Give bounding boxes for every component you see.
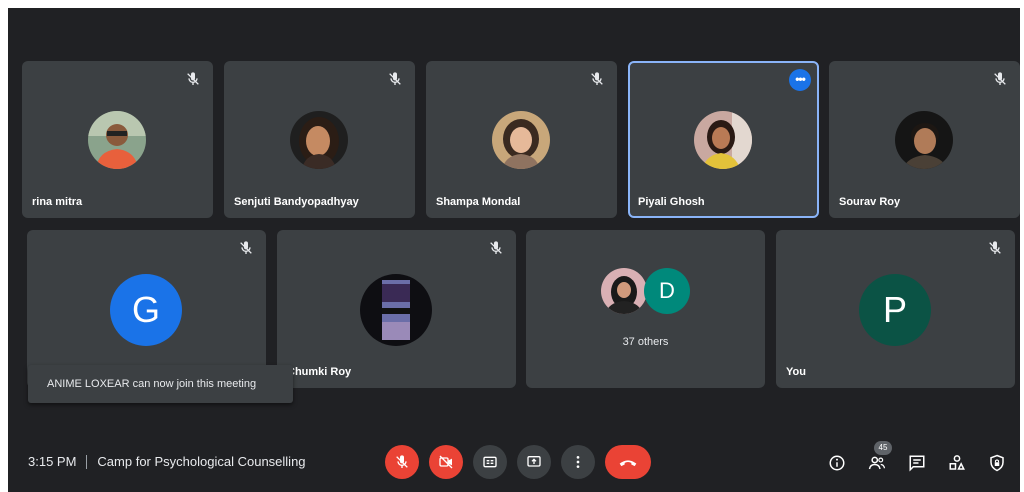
join-notification-toast: ANIME LOXEAR can now join this meeting	[28, 365, 293, 403]
end-call-icon	[619, 460, 637, 467]
chat-button[interactable]	[906, 452, 928, 474]
meeting-title: Camp for Psychological Counselling	[97, 454, 306, 469]
participant-name: You	[786, 366, 806, 378]
mic-toggle-button[interactable]	[385, 445, 419, 479]
captions-icon	[483, 456, 497, 468]
avatar	[895, 111, 953, 169]
chat-icon	[909, 455, 925, 472]
participant-name: Sourav Roy	[839, 196, 901, 208]
self-tile[interactable]: P You	[776, 230, 1015, 388]
people-button[interactable]	[866, 452, 888, 474]
participant-name: Senjuti Bandyopadhyay	[234, 196, 359, 208]
participant-tile[interactable]: Sourav Roy	[829, 61, 1020, 218]
info-icon	[829, 455, 845, 471]
avatar	[492, 111, 550, 169]
meeting-details-button[interactable]	[826, 452, 848, 474]
others-tile[interactable]: D 37 others	[526, 230, 765, 388]
meet-window: rina mitra Senjuti Bandyopadhyay Shampa …	[8, 8, 1020, 492]
host-controls-icon	[990, 454, 1004, 472]
participant-name: rina mitra	[32, 196, 83, 208]
others-count-label: 37 others	[622, 336, 669, 348]
more-options-icon	[576, 456, 580, 468]
participant-tile[interactable]: rina mitra	[22, 61, 213, 218]
participant-tile[interactable]: Senjuti Bandyopadhyay	[224, 61, 415, 218]
mic-off-icon	[989, 241, 1001, 254]
mic-off-icon	[187, 72, 199, 85]
present-screen-icon	[527, 456, 541, 467]
meeting-time: 3:15 PM	[28, 454, 77, 469]
avatar	[694, 111, 752, 169]
camera-off-icon	[439, 455, 453, 469]
people-count-badge: 45	[874, 441, 892, 455]
mic-off-icon	[240, 241, 252, 254]
mic-off-icon	[591, 72, 603, 85]
captions-button[interactable]	[473, 445, 507, 479]
avatar: P	[859, 274, 931, 346]
end-call-button[interactable]	[605, 445, 651, 479]
mic-off-icon	[994, 72, 1006, 85]
activities-button[interactable]	[946, 452, 968, 474]
participant-tile[interactable]: Shampa Mondal	[426, 61, 617, 218]
participant-name: Piyali Ghosh	[638, 196, 705, 208]
participant-tile-active[interactable]: ••• Piyali Ghosh	[628, 61, 819, 218]
avatar	[290, 111, 348, 169]
participant-tile[interactable]: Chumki Roy	[277, 230, 516, 388]
participant-name: Chumki Roy	[287, 366, 352, 378]
avatar	[360, 274, 432, 346]
people-icon	[868, 456, 886, 470]
host-controls-button[interactable]	[986, 452, 1008, 474]
activities-icon	[949, 455, 965, 470]
meeting-info: 3:15 PM Camp for Psychological Counselli…	[28, 454, 306, 469]
mic-off-icon	[389, 72, 401, 85]
avatar	[601, 268, 647, 314]
participant-name: Shampa Mondal	[436, 196, 521, 208]
mic-off-icon	[396, 455, 408, 468]
avatar: G	[110, 274, 182, 346]
present-button[interactable]	[517, 445, 551, 479]
divider	[86, 454, 88, 469]
camera-toggle-button[interactable]	[429, 445, 463, 479]
more-options-button[interactable]	[561, 445, 595, 479]
mic-off-icon	[490, 241, 502, 254]
avatar: D	[644, 268, 690, 314]
more-options-icon[interactable]: •••	[789, 69, 811, 91]
avatar	[88, 111, 146, 169]
